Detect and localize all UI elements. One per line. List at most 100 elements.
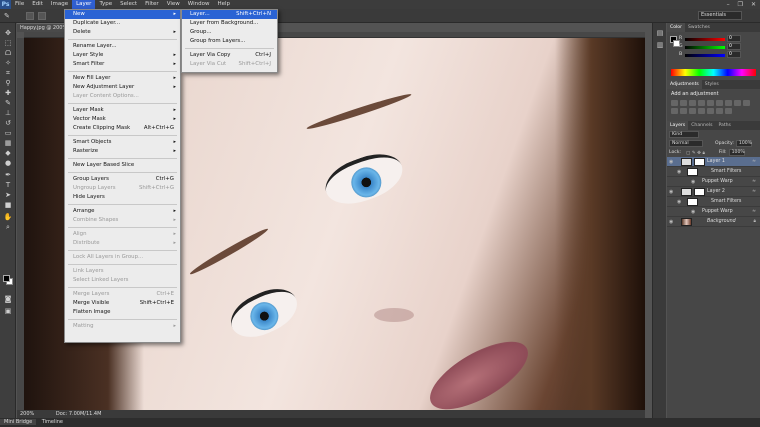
blending-options-icon[interactable]: ≈ bbox=[752, 207, 756, 217]
levels-icon[interactable] bbox=[680, 100, 687, 106]
blending-options-icon[interactable]: ≈ bbox=[752, 177, 756, 187]
filter-mask-thumbnail[interactable] bbox=[694, 158, 705, 166]
tab-color[interactable]: Color bbox=[667, 23, 685, 32]
menu-item-layer-from-background[interactable]: Layer from Background... bbox=[182, 19, 277, 28]
visibility-eye-icon[interactable]: ◉ bbox=[691, 207, 695, 217]
filter-mask-thumbnail[interactable] bbox=[694, 188, 705, 196]
visibility-eye-icon[interactable]: ◉ bbox=[691, 177, 695, 187]
layer-row-puppet-warp[interactable]: ◉ Puppet Warp ≈ bbox=[667, 177, 760, 187]
menu-view[interactable]: View bbox=[163, 0, 184, 9]
posterize-icon[interactable] bbox=[698, 108, 705, 114]
menu-item-rename-layer[interactable]: Rename Layer... bbox=[65, 42, 180, 51]
shape-tool-icon[interactable]: ■ bbox=[3, 201, 13, 209]
visibility-eye-icon[interactable]: ◉ bbox=[669, 187, 673, 197]
marquee-tool-icon[interactable]: ⬚ bbox=[3, 39, 13, 47]
visibility-eye-icon[interactable]: ◉ bbox=[669, 157, 673, 167]
zoom-level[interactable]: 200% bbox=[20, 411, 34, 417]
green-value[interactable]: 0 bbox=[727, 43, 741, 50]
blue-slider[interactable]: B 0 bbox=[667, 51, 760, 59]
tab-paths[interactable]: Paths bbox=[715, 121, 734, 130]
menu-select[interactable]: Select bbox=[116, 0, 141, 9]
visibility-eye-icon[interactable]: ◉ bbox=[677, 197, 681, 207]
smart-filter-icon[interactable]: ≈ bbox=[752, 157, 756, 167]
workspace-select[interactable]: Essentials bbox=[698, 11, 742, 20]
red-slider[interactable]: R 0 bbox=[667, 35, 760, 43]
menu-item-smart-objects[interactable]: Smart Objects ▸ bbox=[65, 138, 180, 147]
curves-icon[interactable] bbox=[689, 100, 696, 106]
tab-channels[interactable]: Channels bbox=[688, 121, 715, 130]
path-select-tool-icon[interactable]: ➤ bbox=[3, 191, 13, 199]
blend-mode-select[interactable]: Normal bbox=[669, 140, 703, 147]
menu-item-layer-mask[interactable]: Layer Mask ▸ bbox=[65, 106, 180, 115]
green-slider[interactable]: G 0 bbox=[667, 43, 760, 51]
blur-tool-icon[interactable]: ◆ bbox=[3, 149, 13, 157]
gradient-map-icon[interactable] bbox=[725, 108, 732, 114]
close-icon[interactable]: ✕ bbox=[751, 0, 756, 9]
brush-tool-icon[interactable]: ✎ bbox=[3, 99, 13, 107]
menu-item-smart-filter[interactable]: Smart Filter ▸ bbox=[65, 60, 180, 69]
menu-item-create-clipping-mask[interactable]: Create Clipping Mask Alt+Ctrl+G bbox=[65, 124, 180, 133]
menu-item-group-layers[interactable]: Group Layers Ctrl+G bbox=[65, 175, 180, 184]
menu-item-group[interactable]: Group... bbox=[182, 28, 277, 37]
opacity-input[interactable]: 100% bbox=[735, 140, 752, 147]
brightness-icon[interactable] bbox=[671, 100, 678, 106]
layer-kind-filter[interactable]: Kind bbox=[669, 131, 699, 138]
menu-item-new-adjustment-layer[interactable]: New Adjustment Layer ▸ bbox=[65, 83, 180, 92]
tab-layers[interactable]: Layers bbox=[667, 121, 689, 130]
photo-filter-icon[interactable] bbox=[743, 100, 750, 106]
smart-filter-mask-thumbnail[interactable] bbox=[687, 198, 698, 206]
menu-item-new[interactable]: New ▸ bbox=[65, 10, 180, 19]
tab-swatches[interactable]: Swatches bbox=[685, 23, 713, 32]
visibility-eye-icon[interactable]: ◉ bbox=[669, 217, 673, 227]
menu-item-group-from-layers[interactable]: Group from Layers... bbox=[182, 37, 277, 46]
history-brush-tool-icon[interactable]: ↺ bbox=[3, 119, 13, 127]
stamp-tool-icon[interactable]: ⊥ bbox=[3, 109, 13, 117]
visibility-eye-icon[interactable]: ◉ bbox=[677, 167, 681, 177]
selective-color-icon[interactable] bbox=[716, 108, 723, 114]
menu-item-hide-layers[interactable]: Hide Layers bbox=[65, 193, 180, 202]
hand-tool-icon[interactable]: ✋ bbox=[3, 213, 13, 221]
menu-item-new-fill-layer[interactable]: New Fill Layer ▸ bbox=[65, 74, 180, 83]
properties-panel-icon[interactable]: ▥ bbox=[655, 41, 665, 49]
color-spectrum[interactable] bbox=[671, 69, 756, 76]
brush-tool-icon[interactable]: ✎ bbox=[4, 12, 14, 20]
menu-item-arrange[interactable]: Arrange ▸ bbox=[65, 207, 180, 216]
screen-mode-icon[interactable]: ▣ bbox=[3, 307, 13, 315]
layer-row-background[interactable]: ◉ Background 🔒︎ bbox=[667, 217, 760, 227]
quick-select-tool-icon[interactable]: ✧ bbox=[3, 59, 13, 67]
menu-item-layer-style[interactable]: Layer Style ▸ bbox=[65, 51, 180, 60]
menu-item-merge-visible[interactable]: Merge Visible Shift+Ctrl+E bbox=[65, 299, 180, 308]
menu-item-layer-via-copy[interactable]: Layer Via Copy Ctrl+J bbox=[182, 51, 277, 60]
type-tool-icon[interactable]: T bbox=[3, 181, 13, 189]
channel-mixer-icon[interactable] bbox=[671, 108, 678, 114]
doc-size[interactable]: Doc: 7.00M/11.4M bbox=[56, 411, 102, 417]
zoom-tool-icon[interactable]: ⌕ bbox=[3, 223, 13, 231]
menu-layer[interactable]: Layer bbox=[72, 0, 96, 9]
tab-adjustments[interactable]: Adjustments bbox=[667, 80, 702, 89]
hue-saturation-icon[interactable] bbox=[716, 100, 723, 106]
menu-type[interactable]: Type bbox=[95, 0, 116, 9]
menu-item-rasterize[interactable]: Rasterize ▸ bbox=[65, 147, 180, 156]
menu-help[interactable]: Help bbox=[213, 0, 234, 9]
layer-row-layer-2[interactable]: ◉ Layer 2 ≈ bbox=[667, 187, 760, 197]
fill-input[interactable]: 100% bbox=[728, 149, 745, 156]
crop-tool-icon[interactable]: ⌗ bbox=[3, 69, 13, 77]
menu-filter[interactable]: Filter bbox=[141, 0, 163, 9]
mode-button[interactable] bbox=[38, 12, 46, 20]
tab-timeline[interactable]: Timeline bbox=[38, 419, 67, 425]
layer-row-layer-1[interactable]: ◉ Layer 1 ≈ bbox=[667, 157, 760, 167]
smart-filter-icon[interactable]: ≈ bbox=[752, 187, 756, 197]
minimize-icon[interactable]: – bbox=[727, 0, 730, 9]
layer-row-smart-filters[interactable]: ◉ Smart Filters bbox=[667, 197, 760, 207]
red-value[interactable]: 0 bbox=[727, 35, 741, 42]
gradient-tool-icon[interactable]: ▦ bbox=[3, 139, 13, 147]
tab-styles[interactable]: Styles bbox=[702, 80, 722, 89]
restore-icon[interactable]: ❐ bbox=[738, 0, 743, 9]
black-white-icon[interactable] bbox=[734, 100, 741, 106]
exposure-icon[interactable] bbox=[698, 100, 705, 106]
menu-window[interactable]: Window bbox=[184, 0, 214, 9]
history-panel-icon[interactable]: ▤ bbox=[655, 29, 665, 37]
invert-icon[interactable] bbox=[689, 108, 696, 114]
healing-tool-icon[interactable]: ✚ bbox=[3, 89, 13, 97]
menu-item-duplicate-layer[interactable]: Duplicate Layer... bbox=[65, 19, 180, 28]
